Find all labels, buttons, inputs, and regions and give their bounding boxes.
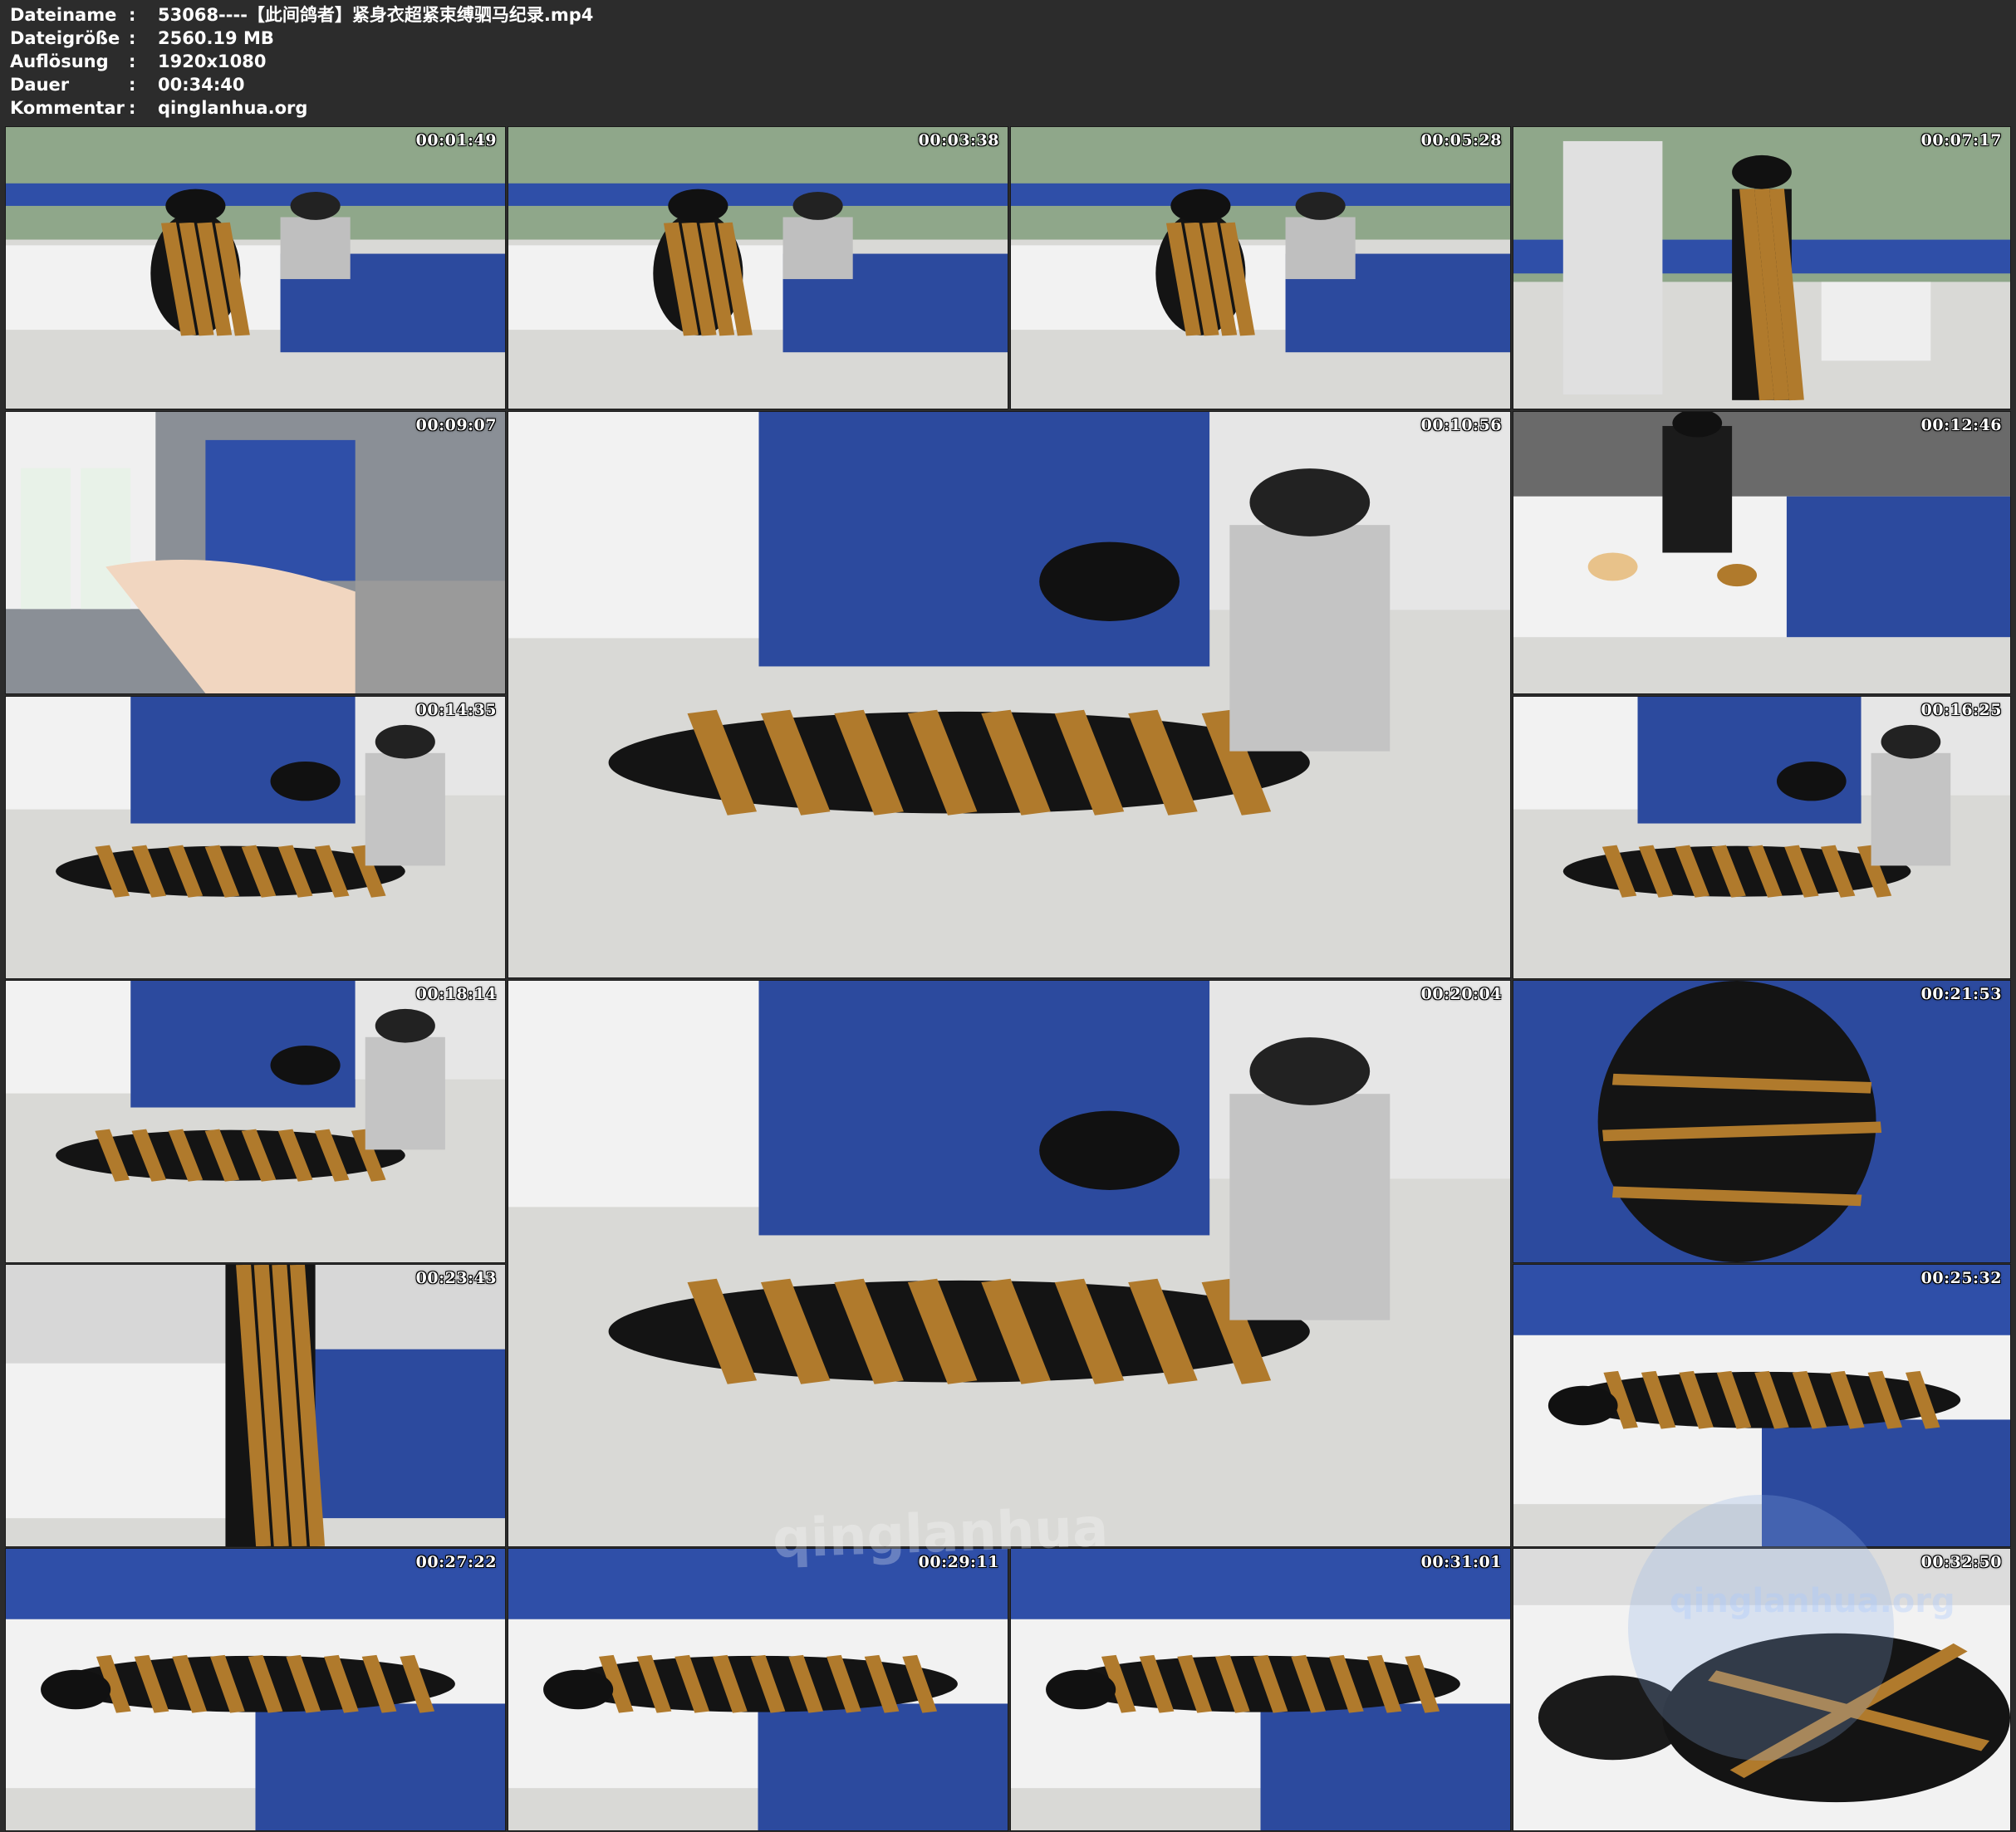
video-thumbnail: 00:01:49 — [5, 126, 506, 409]
thumbnail-frame-image — [508, 1549, 1008, 1830]
thumbnail-timestamp: 00:20:04 — [1420, 985, 1502, 1003]
thumbnail-timestamp: 00:03:38 — [918, 131, 999, 149]
video-thumbnail: 00:10:56 — [508, 411, 1511, 978]
thumbnail-frame-image — [1011, 127, 1510, 409]
video-thumbnail: 00:14:35 — [5, 696, 506, 979]
video-thumbnail: 00:23:43 — [5, 1264, 506, 1547]
video-thumbnail: 00:18:14 — [5, 980, 506, 1263]
thumbnail-frame-image — [1513, 412, 2010, 693]
video-thumbnail: 00:12:46 — [1513, 411, 2011, 694]
thumbnail-frame-image — [6, 1549, 505, 1830]
thumbnail-frame-image — [1513, 1265, 2010, 1546]
video-thumbnail: 00:31:01 — [1010, 1548, 1511, 1831]
thumbnail-frame-image — [1011, 1549, 1510, 1830]
thumbnail-timestamp: 00:21:53 — [1920, 985, 2002, 1003]
video-thumbnail: 00:27:22 — [5, 1548, 506, 1831]
video-thumbnail: 00:09:07 — [5, 411, 506, 694]
thumbnail-timestamp: 00:12:46 — [1920, 416, 2002, 434]
thumbnail-timestamp: 00:16:25 — [1920, 701, 2002, 719]
thumbnail-grid: 00:01:49 00:03:38 00:05:28 00:07:17 00:0… — [0, 0, 2016, 1832]
thumbnail-timestamp: 00:14:35 — [415, 701, 497, 719]
thumbnail-frame-image — [508, 127, 1008, 409]
video-thumbnail: 00:16:25 — [1513, 696, 2011, 979]
thumbnail-timestamp: 00:25:32 — [1920, 1269, 2002, 1287]
thumbnail-timestamp: 00:31:01 — [1420, 1553, 1502, 1571]
thumbnail-frame-image — [6, 981, 505, 1262]
thumbnail-timestamp: 00:07:17 — [1920, 131, 2002, 149]
thumbnail-timestamp: 00:18:14 — [415, 985, 497, 1003]
thumbnail-timestamp: 00:23:43 — [415, 1269, 497, 1287]
thumbnail-timestamp: 00:05:28 — [1420, 131, 1502, 149]
thumbnail-frame-image — [6, 412, 505, 693]
video-thumbnail: 00:25:32 — [1513, 1264, 2011, 1547]
video-thumbnail: 00:32:50 — [1513, 1548, 2011, 1831]
thumbnail-timestamp: 00:01:49 — [415, 131, 497, 149]
video-thumbnail: 00:03:38 — [508, 126, 1008, 409]
thumbnail-timestamp: 00:32:50 — [1920, 1553, 2002, 1571]
thumbnail-timestamp: 00:09:07 — [415, 416, 497, 434]
video-thumbnail: 00:20:04 — [508, 980, 1511, 1547]
thumbnail-timestamp: 00:29:11 — [918, 1553, 999, 1571]
thumbnail-timestamp: 00:10:56 — [1420, 416, 1502, 434]
video-thumbnail: 00:07:17 — [1513, 126, 2011, 409]
thumbnail-frame-image — [1513, 981, 2010, 1262]
thumbnail-frame-image — [1513, 1549, 2010, 1830]
thumbnail-frame-image — [1513, 697, 2010, 978]
video-thumbnail: 00:05:28 — [1010, 126, 1511, 409]
video-thumbnail: 00:29:11 — [508, 1548, 1008, 1831]
thumbnail-frame-image — [1513, 127, 2010, 409]
thumbnail-frame-image — [508, 412, 1510, 977]
thumbnail-frame-image — [508, 981, 1510, 1546]
thumbnail-frame-image — [6, 127, 505, 409]
thumbnail-frame-image — [6, 1265, 505, 1546]
thumbnail-frame-image — [6, 697, 505, 978]
video-thumbnail: 00:21:53 — [1513, 980, 2011, 1263]
thumbnail-timestamp: 00:27:22 — [415, 1553, 497, 1571]
